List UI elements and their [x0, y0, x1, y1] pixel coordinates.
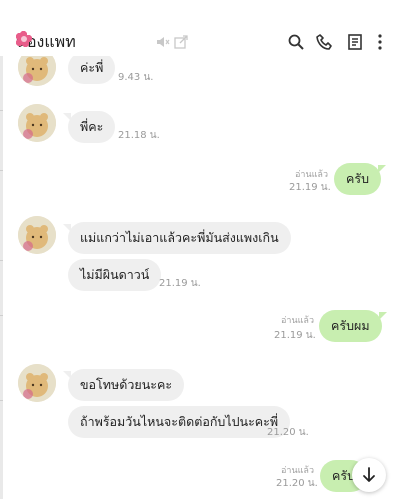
more-vertical-icon[interactable]	[371, 33, 389, 51]
avatar[interactable]	[18, 104, 56, 142]
avatar[interactable]	[18, 216, 56, 254]
message-time: 21.19 น.	[159, 278, 201, 289]
mute-icon	[157, 37, 170, 47]
message-time: 21.18 น.	[118, 130, 160, 141]
message-bubble-incoming[interactable]: พี่คะ	[62, 111, 116, 143]
open-external-icon[interactable]	[174, 35, 188, 49]
message-bubble-incoming[interactable]: ค่ะพี่	[68, 52, 116, 84]
notes-icon[interactable]	[346, 33, 364, 51]
message-time: 21.20 น.	[267, 427, 309, 438]
avatar[interactable]	[18, 48, 56, 86]
message-bubble-incoming[interactable]: ถ้าพร้อมวันไหนจะติดต่อกับไปนะคะพี่	[68, 406, 291, 438]
message-time: 21.19 น.	[274, 330, 316, 341]
flower-icon	[120, 34, 137, 50]
left-panel-edge	[0, 0, 3, 499]
scroll-to-bottom-button[interactable]	[352, 458, 386, 492]
read-receipt: อ่านแล้ว	[281, 466, 314, 476]
search-icon[interactable]	[287, 33, 305, 51]
message-bubble-incoming[interactable]: ไม่มีผินดาวน์	[68, 259, 162, 291]
message-bubble-outgoing[interactable]: ครับ	[334, 163, 387, 195]
message-bubble-outgoing[interactable]: ครับผม	[319, 310, 387, 342]
message-bubble-incoming[interactable]: ขอโทษด้วยนะคะ	[62, 369, 185, 401]
message-bubble-incoming[interactable]: แม่แกว่าไม่เอาแล้วคะพี่มันส่งแพงเกิน	[63, 222, 291, 254]
message-time: 21.19 น.	[289, 182, 331, 193]
flower-icon	[16, 34, 32, 50]
contact-name: น้องแพท	[49, 34, 104, 51]
chat-header: น้องแพท	[0, 0, 400, 56]
message-time: 9.43 น.	[118, 72, 154, 83]
flower-icon	[104, 34, 121, 50]
avatar[interactable]	[18, 364, 56, 402]
read-receipt: อ่านแล้ว	[295, 170, 328, 180]
read-receipt: อ่านแล้ว	[281, 316, 314, 326]
phone-icon[interactable]	[316, 33, 334, 51]
message-time: 21.20 น.	[276, 478, 318, 489]
arrow-down-icon	[363, 467, 375, 482]
